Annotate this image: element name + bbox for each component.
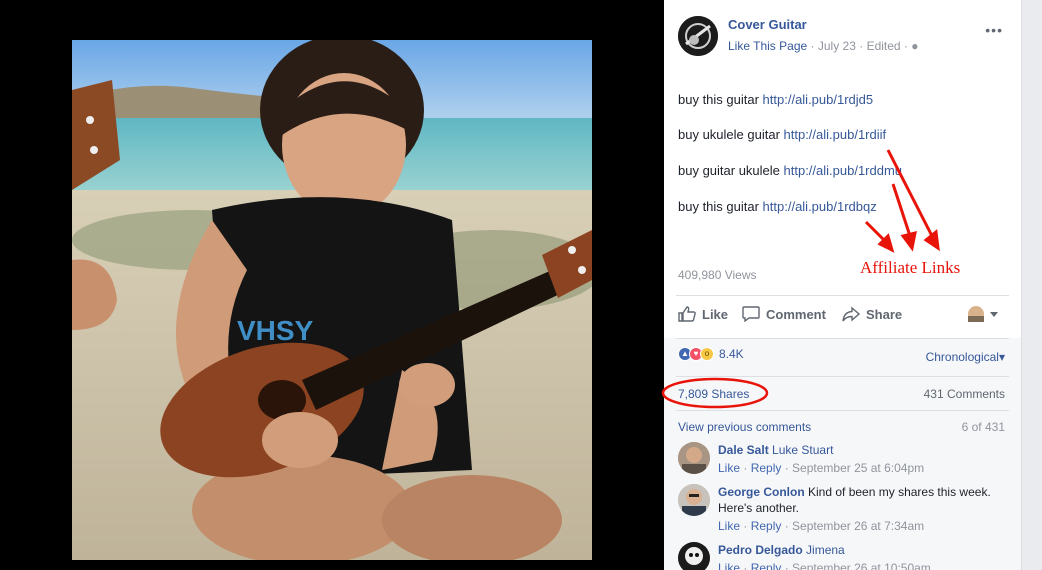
video-frame-image: VHSY: [72, 40, 592, 560]
edited-label[interactable]: Edited: [867, 39, 901, 53]
shares-link[interactable]: 7,809 Shares: [678, 387, 749, 401]
more-options-button[interactable]: •••: [985, 22, 1003, 38]
comment-body: Pedro Delgado Jimena: [718, 542, 1003, 558]
comment-button[interactable]: Comment: [742, 306, 826, 322]
comment-like-link[interactable]: Like: [718, 461, 740, 475]
divider: [676, 295, 1009, 296]
avatar[interactable]: [678, 542, 710, 570]
profile-avatar-icon: [968, 306, 984, 322]
post-line-4: buy this guitar http://ali.pub/1rdbqz: [678, 199, 877, 214]
affiliate-link-1[interactable]: http://ali.pub/1rdjd5: [763, 92, 874, 107]
comment-order-dropdown[interactable]: Chronological▾: [926, 350, 1005, 364]
guitar-logo-icon: [678, 16, 718, 56]
reactions-summary[interactable]: ▲ ♥ o 8.4K: [678, 347, 744, 361]
post-date[interactable]: July 23: [818, 39, 856, 53]
profile-selector-button[interactable]: [968, 306, 998, 322]
comment-tagged-user[interactable]: Jimena: [806, 543, 845, 557]
comment-timestamp[interactable]: September 26 at 7:34am: [792, 519, 924, 533]
comment-actions: Like · Reply · September 26 at 7:34am: [718, 519, 925, 533]
user-avatar-image: [678, 542, 710, 570]
comment-like-link[interactable]: Like: [718, 561, 740, 570]
post-line-1: buy this guitar http://ali.pub/1rdjd5: [678, 92, 874, 107]
comment-icon: [742, 306, 760, 322]
comment-reply-link[interactable]: Reply: [751, 461, 782, 475]
like-page-link[interactable]: Like This Page: [728, 39, 807, 53]
like-button[interactable]: Like: [678, 306, 728, 322]
caret-down-icon: ▾: [998, 350, 1005, 364]
comment-author[interactable]: George Conlon: [718, 485, 805, 499]
affiliate-links-label: Affiliate Links: [860, 258, 961, 277]
right-sidebar-cropped: [1021, 0, 1042, 570]
comment-actions: Like · Reply · September 26 at 10:50am: [718, 561, 931, 570]
comment-reply-link[interactable]: Reply: [751, 561, 782, 570]
view-count: 409,980 Views: [678, 268, 757, 282]
ellipsis-icon: •••: [985, 22, 1003, 38]
comment-tagged-user[interactable]: Luke Stuart: [772, 443, 833, 457]
facebook-video-viewer: VHSY Cover Guitar Like This Page · July …: [0, 0, 1042, 570]
post-line-2: buy ukulele guitar http://ali.pub/1rdiif: [678, 127, 887, 142]
svg-text:VHSY: VHSY: [237, 315, 314, 346]
comment-timestamp[interactable]: September 26 at 10:50am: [792, 561, 931, 570]
chevron-down-icon: [990, 311, 998, 317]
video-player[interactable]: VHSY: [72, 40, 592, 560]
comments-count-link[interactable]: 431 Comments: [924, 387, 1005, 401]
post-line-3: buy guitar ukulele http://ali.pub/1rddmu: [678, 163, 903, 178]
wow-reaction-icon: o: [700, 347, 714, 361]
comment-reply-link[interactable]: Reply: [751, 519, 782, 533]
reaction-count[interactable]: 8.4K: [719, 347, 744, 361]
comment-author[interactable]: Dale Salt: [718, 443, 769, 457]
divider: [676, 376, 1009, 377]
comment-author[interactable]: Pedro Delgado: [718, 543, 803, 557]
share-button[interactable]: Share: [842, 306, 902, 322]
divider: [676, 410, 1009, 411]
affiliate-link-4[interactable]: http://ali.pub/1rdbqz: [763, 199, 877, 214]
comment-actions: Like · Reply · September 25 at 6:04pm: [718, 461, 925, 475]
thumbs-up-icon: [678, 306, 696, 322]
comment-timestamp[interactable]: September 25 at 6:04pm: [792, 461, 924, 475]
avatar[interactable]: [678, 442, 710, 474]
page-avatar[interactable]: [678, 16, 718, 56]
user-avatar-image: [678, 442, 710, 474]
view-previous-comments-link[interactable]: View previous comments: [678, 420, 811, 434]
avatar[interactable]: [678, 484, 710, 516]
affiliate-link-3[interactable]: http://ali.pub/1rddmu: [784, 163, 903, 178]
share-icon: [842, 306, 860, 322]
affiliate-link-2[interactable]: http://ali.pub/1rdiif: [784, 127, 887, 142]
comment-body: Dale Salt Luke Stuart: [718, 442, 1003, 458]
post-meta: Like This Page · July 23 · Edited · ●: [728, 39, 919, 53]
globe-icon: ●: [911, 39, 919, 53]
comment-pagination-count: 6 of 431: [961, 420, 1005, 434]
page-name-link[interactable]: Cover Guitar: [728, 17, 807, 32]
user-avatar-image: [678, 484, 710, 516]
comment-body: George Conlon Kind of been my shares thi…: [718, 484, 1003, 516]
post-panel: Cover Guitar Like This Page · July 23 · …: [664, 0, 1021, 570]
comment-like-link[interactable]: Like: [718, 519, 740, 533]
divider: [676, 338, 1009, 339]
